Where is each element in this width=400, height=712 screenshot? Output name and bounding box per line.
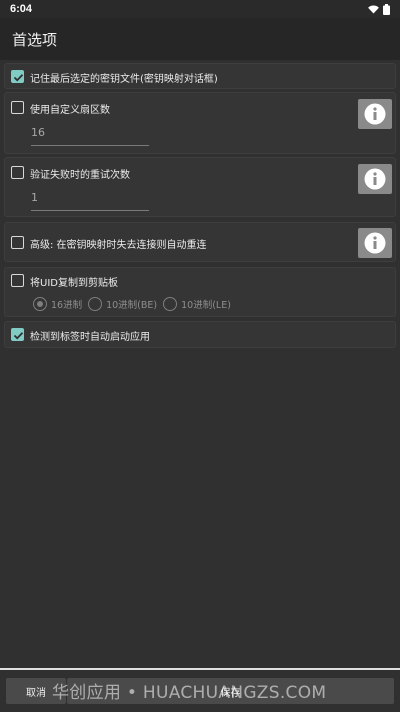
auto-reconnect-label: 高级: 在密钥映射时失去连接则自动重连 xyxy=(30,240,207,251)
copy-uid-label: 将UID复制到剪贴板 xyxy=(30,278,118,289)
copy-uid-checkbox[interactable] xyxy=(11,274,24,287)
retry-count-info-button[interactable] xyxy=(358,164,392,194)
retry-count-label: 验证失败时的重试次数 xyxy=(30,170,130,181)
status-time: 6:04 xyxy=(10,3,33,15)
info-icon xyxy=(364,168,386,190)
app-bar: 首选项 xyxy=(0,18,400,60)
radio-dec-be-label: 10进制(BE) xyxy=(106,300,158,311)
radio-dec-be[interactable] xyxy=(88,297,103,311)
retry-count-input[interactable]: 1 xyxy=(31,191,149,211)
page-title: 首选项 xyxy=(12,30,58,49)
radio-dec-le[interactable] xyxy=(163,297,178,311)
wifi-icon xyxy=(368,4,379,14)
custom-sectors-checkbox[interactable] xyxy=(11,101,24,114)
info-icon xyxy=(364,103,386,125)
option-retry-count: 验证失败时的重试次数 1 xyxy=(4,157,396,217)
radio-hex-label: 16进制 xyxy=(51,300,83,311)
option-custom-sectors: 使用自定义扇区数 16 xyxy=(4,92,396,154)
custom-sectors-input[interactable]: 16 xyxy=(31,126,149,146)
custom-sectors-label: 使用自定义扇区数 xyxy=(30,105,110,116)
option-remember-keyfile[interactable]: 记住最后选定的密钥文件(密钥映射对话框) xyxy=(4,63,396,89)
auto-reconnect-info-button[interactable] xyxy=(358,228,392,258)
option-copy-uid: 将UID复制到剪贴板 16进制 10进制(BE) 10进制(LE) xyxy=(4,267,396,317)
info-icon xyxy=(364,232,386,254)
retry-count-checkbox[interactable] xyxy=(11,166,24,179)
radio-hex[interactable] xyxy=(33,297,47,311)
status-icons xyxy=(368,3,390,15)
auto-reconnect-checkbox[interactable] xyxy=(11,236,24,249)
custom-sectors-info-button[interactable] xyxy=(358,99,392,129)
check-icon xyxy=(13,74,24,82)
status-bar: 6:04 xyxy=(0,0,400,18)
option-auto-reconnect: 高级: 在密钥映射时失去连接则自动重连 xyxy=(4,222,396,262)
uid-format-radio-group: 16进制 10进制(BE) 10进制(LE) xyxy=(33,297,237,311)
remember-keyfile-label: 记住最后选定的密钥文件(密钥映射对话框) xyxy=(30,74,218,85)
watermark: 华创应用 • HUACHUANGZS.COM xyxy=(52,683,327,703)
auto-launch-label: 检测到标签时自动启动应用 xyxy=(30,332,150,343)
auto-launch-checkbox[interactable] xyxy=(11,328,24,341)
remember-keyfile-checkbox[interactable] xyxy=(11,70,24,83)
option-auto-launch[interactable]: 检测到标签时自动启动应用 xyxy=(4,321,396,348)
battery-icon xyxy=(383,3,390,15)
check-icon xyxy=(13,332,24,340)
radio-dec-le-label: 10进制(LE) xyxy=(181,300,231,311)
